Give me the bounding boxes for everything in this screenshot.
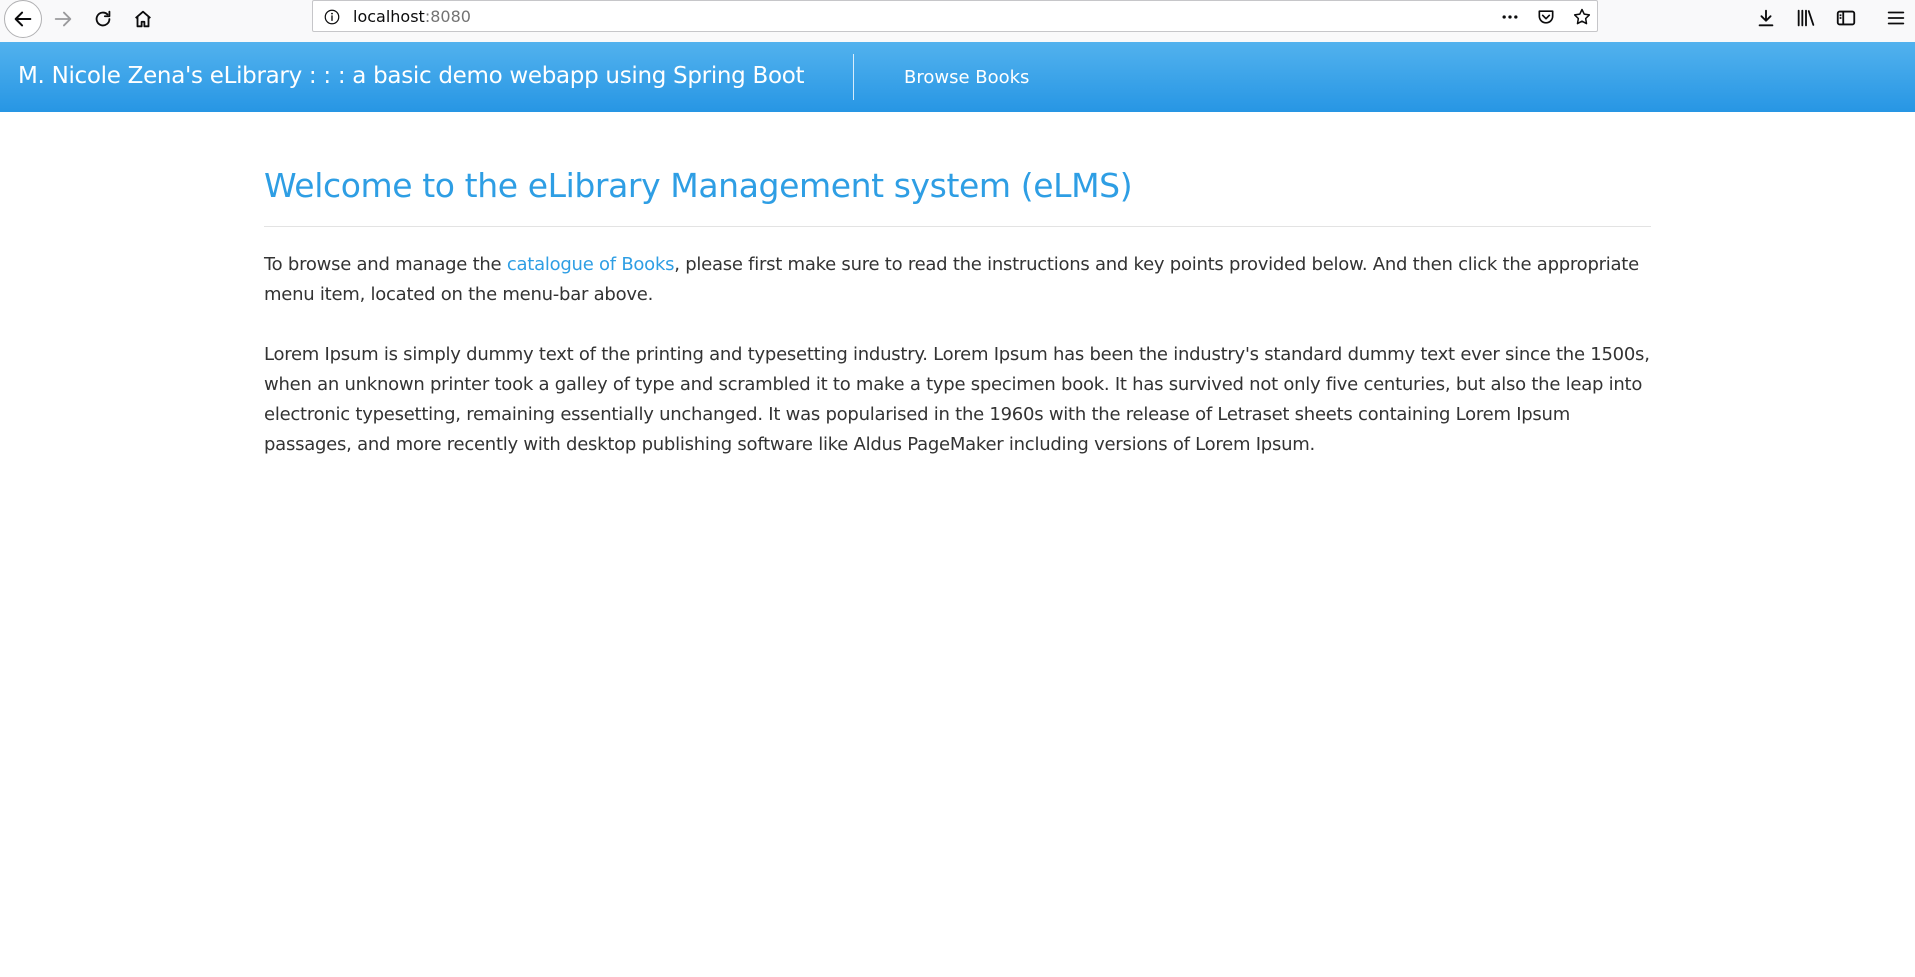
url-port: :8080	[424, 7, 471, 26]
forward-button[interactable]	[46, 2, 80, 36]
browse-books-link[interactable]: Browse Books	[904, 67, 1029, 88]
url-host: localhost	[353, 7, 425, 26]
more-horizontal-icon	[1502, 15, 1518, 19]
intro-paragraph: To browse and manage the catalogue of Bo…	[264, 250, 1651, 310]
downloads-button[interactable]	[1752, 4, 1780, 32]
page-actions-button[interactable]	[1497, 5, 1523, 29]
home-icon	[135, 10, 151, 28]
page-title: Welcome to the eLibrary Management syste…	[264, 166, 1133, 205]
reload-button[interactable]	[86, 2, 120, 36]
library-button[interactable]	[1792, 4, 1820, 32]
star-icon	[1573, 8, 1591, 25]
home-button[interactable]	[126, 2, 160, 36]
intro-text-before: To browse and manage the	[264, 254, 507, 275]
url-bar[interactable]: localhost:8080	[312, 0, 1598, 32]
app-navbar: M. Nicole Zena's eLibrary : : : a basic …	[0, 42, 1915, 112]
back-button[interactable]	[4, 0, 42, 38]
url-text[interactable]: localhost:8080	[353, 7, 471, 26]
bookmark-star-button[interactable]	[1569, 5, 1595, 29]
sidebar-icon	[1836, 10, 1856, 26]
title-divider	[264, 226, 1651, 227]
download-icon	[1758, 9, 1774, 27]
navbar-brand[interactable]: M. Nicole Zena's eLibrary : : : a basic …	[18, 63, 805, 89]
reload-icon	[95, 10, 111, 27]
lorem-paragraph: Lorem Ipsum is simply dummy text of the …	[264, 344, 1650, 455]
pocket-icon	[1538, 10, 1554, 24]
catalogue-link[interactable]: catalogue of Books	[507, 254, 675, 275]
library-icon	[1797, 9, 1815, 27]
info-icon[interactable]	[323, 8, 341, 26]
main-content: Welcome to the eLibrary Management syste…	[264, 112, 1651, 460]
menu-button[interactable]	[1882, 4, 1910, 32]
navbar-divider	[853, 54, 854, 100]
hamburger-icon	[1887, 11, 1905, 25]
arrow-left-icon	[14, 11, 32, 27]
arrow-right-icon	[54, 11, 72, 27]
browser-toolbar: localhost:8080	[0, 0, 1915, 43]
pocket-button[interactable]	[1533, 5, 1559, 29]
sidebar-button[interactable]	[1832, 4, 1860, 32]
